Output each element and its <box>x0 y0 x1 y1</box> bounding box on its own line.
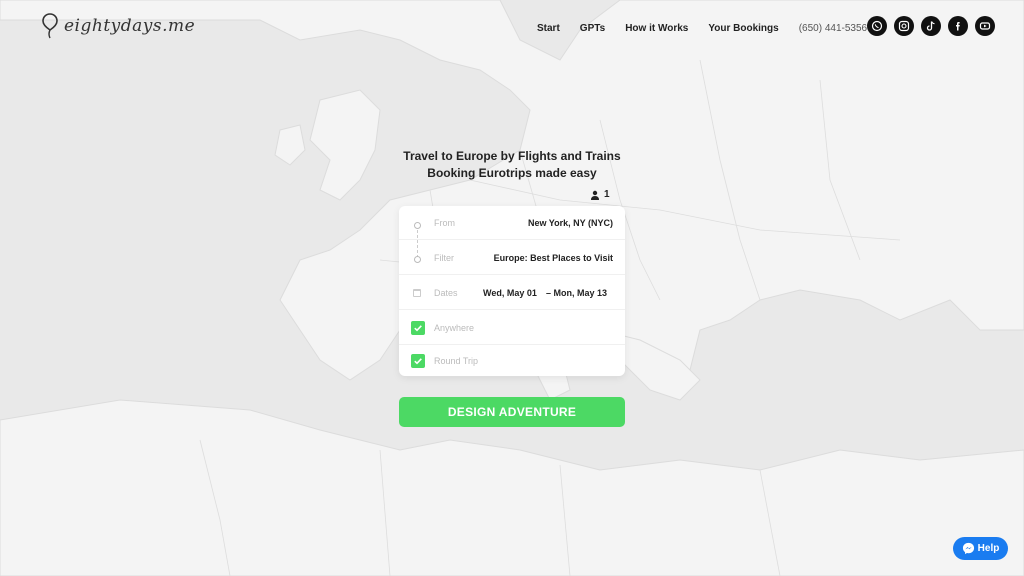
social-links <box>867 16 1002 36</box>
anywhere-option[interactable]: Anywhere <box>399 311 625 345</box>
from-value: New York, NY (NYC) <box>527 217 613 228</box>
anywhere-checkbox[interactable] <box>411 320 425 335</box>
location-pin-icon <box>42 13 58 39</box>
help-chat-button[interactable]: Help <box>953 537 1008 560</box>
nav-your-bookings[interactable]: Your Bookings <box>708 23 778 34</box>
messenger-icon <box>962 542 974 555</box>
trip-search-card: From New York, NY (NYC) Filter Europe: B… <box>399 206 625 376</box>
round-trip-option[interactable]: Round Trip <box>399 344 625 378</box>
top-navigation: Start GPTs How it Works Your Bookings (6… <box>537 21 889 35</box>
filter-label: Filter <box>434 252 454 263</box>
brand-logo[interactable]: eightydays.me <box>42 12 195 40</box>
person-icon <box>591 190 599 200</box>
hero-subtitle: Booking Eurotrips made easy <box>427 166 597 180</box>
anywhere-label: Anywhere <box>434 322 475 333</box>
from-field[interactable]: From New York, NY (NYC) <box>399 206 625 240</box>
round-trip-checkbox[interactable] <box>411 354 425 368</box>
brand-name: eightydays.me <box>64 16 196 36</box>
design-adventure-button[interactable]: DESIGN ADVENTURE <box>399 397 625 427</box>
filter-field[interactable]: Filter Europe: Best Places to Visit <box>399 241 625 275</box>
facebook-icon[interactable] <box>948 16 968 36</box>
phone-number[interactable]: (650) 441-5356 <box>799 23 867 34</box>
origin-dot-icon <box>414 222 421 229</box>
date-start[interactable]: Wed, May 01 <box>483 288 537 298</box>
instagram-icon[interactable] <box>894 16 914 36</box>
filter-value: Europe: Best Places to Visit <box>493 252 613 263</box>
calendar-icon <box>413 289 421 297</box>
dates-field[interactable]: Dates Wed, May 01 – Mon, May 13 <box>399 276 625 310</box>
dates-label: Dates <box>434 287 458 298</box>
nav-start[interactable]: Start <box>537 23 560 34</box>
destination-dot-icon <box>414 256 421 263</box>
date-end[interactable]: – Mon, May 13 <box>546 288 607 298</box>
whatsapp-icon[interactable] <box>867 16 887 36</box>
traveler-count: 1 <box>604 189 610 200</box>
checkmark-icon <box>414 324 422 331</box>
tiktok-icon[interactable] <box>921 16 941 36</box>
checkmark-icon <box>414 358 422 365</box>
help-label: Help <box>977 543 1000 554</box>
hero-title: Travel to Europe by Flights and Trains <box>403 149 621 163</box>
nav-how-it-works[interactable]: How it Works <box>625 23 688 34</box>
youtube-icon[interactable] <box>975 16 995 36</box>
nav-gpts[interactable]: GPTs <box>580 23 605 34</box>
hero-heading: Travel to Europe by Flights and Trains B… <box>399 148 625 182</box>
traveler-count-selector[interactable]: 1 <box>590 189 610 200</box>
from-label: From <box>434 217 455 228</box>
round-trip-label: Round Trip <box>434 356 479 366</box>
